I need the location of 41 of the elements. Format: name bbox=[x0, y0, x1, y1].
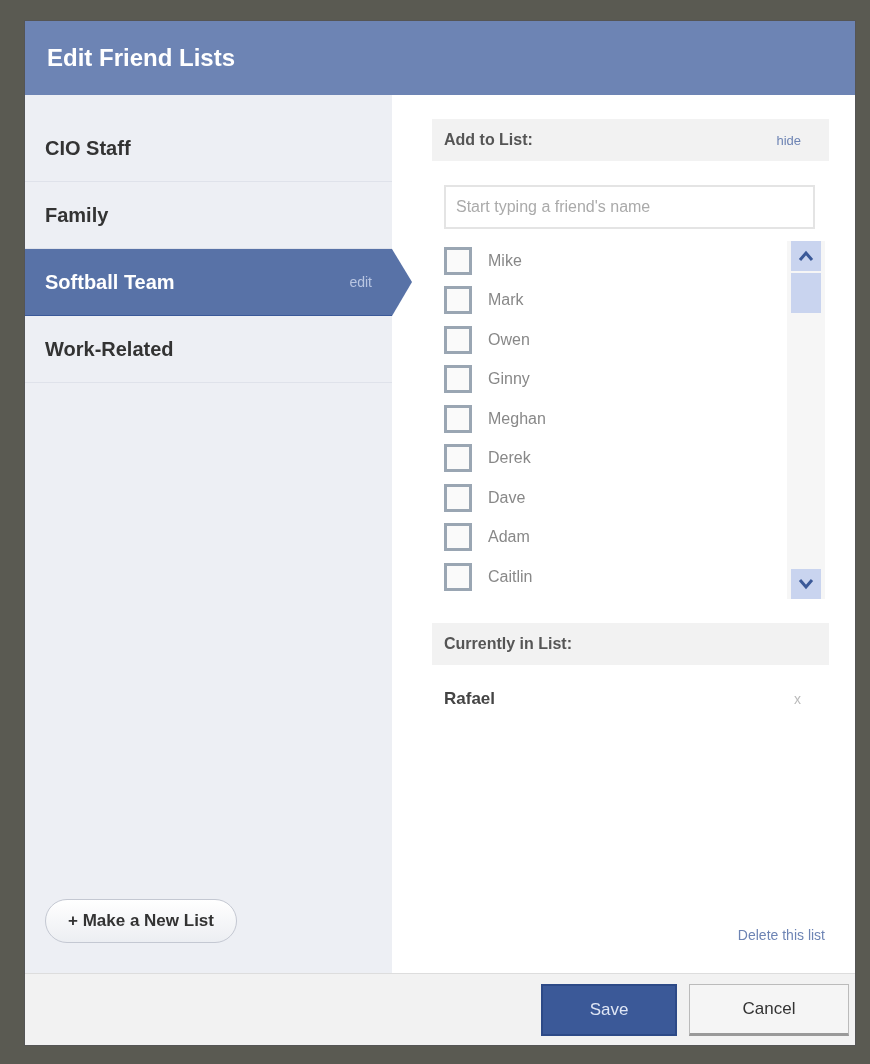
cancel-button[interactable]: Cancel bbox=[689, 983, 849, 1036]
friend-name: Adam bbox=[488, 528, 530, 547]
scrollbar[interactable] bbox=[787, 241, 825, 599]
list-name: Work-Related bbox=[45, 337, 174, 361]
friend-name: Derek bbox=[488, 449, 531, 468]
friend-name: Meghan bbox=[488, 409, 546, 428]
checkbox[interactable] bbox=[444, 246, 472, 275]
save-button[interactable]: Save bbox=[541, 983, 677, 1036]
scroll-down-icon[interactable] bbox=[791, 569, 821, 599]
friend-name: Caitlin bbox=[488, 567, 533, 586]
checkbox[interactable] bbox=[444, 483, 472, 512]
member-name: Rafael bbox=[444, 689, 496, 709]
new-list-button[interactable]: + Make a New List bbox=[45, 899, 237, 943]
list-name: CIO Staff bbox=[45, 136, 131, 160]
pointer-arrow-icon bbox=[392, 249, 412, 316]
list-name: Family bbox=[45, 203, 109, 227]
list-item[interactable]: Work-Related bbox=[25, 316, 392, 383]
edit-link[interactable]: edit bbox=[349, 274, 372, 290]
scroll-up-icon[interactable] bbox=[791, 241, 821, 271]
scroll-thumb[interactable] bbox=[791, 273, 821, 313]
list-item[interactable]: Softball Team edit bbox=[25, 249, 392, 316]
checkbox[interactable] bbox=[444, 404, 472, 433]
checkbox[interactable] bbox=[444, 365, 472, 394]
dialog-title: Edit Friend Lists bbox=[25, 21, 855, 95]
friend-name: Ginny bbox=[488, 370, 530, 389]
friend-name: Dave bbox=[488, 488, 526, 507]
section-title: Currently in List: bbox=[444, 635, 572, 653]
search-field[interactable]: Start typing a friend's name bbox=[444, 185, 815, 229]
delete-list-link[interactable]: Delete this list bbox=[737, 927, 825, 943]
list-item[interactable]: CIO Staff bbox=[25, 115, 392, 182]
checkbox[interactable] bbox=[444, 325, 472, 354]
checkbox[interactable] bbox=[444, 286, 472, 315]
hide-link[interactable]: hide bbox=[776, 132, 801, 148]
checkbox[interactable] bbox=[444, 523, 472, 552]
list-name: Softball Team bbox=[45, 270, 175, 294]
checkbox[interactable] bbox=[444, 444, 472, 473]
friend-name: Mike bbox=[488, 251, 522, 270]
friend-name: Owen bbox=[488, 330, 530, 349]
checkbox[interactable] bbox=[444, 562, 472, 591]
section-title: Add to List: bbox=[444, 131, 533, 149]
friend-name: Mark bbox=[488, 291, 524, 310]
